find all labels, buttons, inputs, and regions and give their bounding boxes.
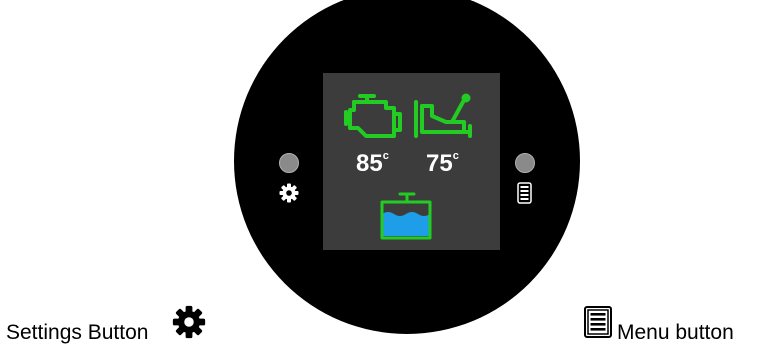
settings-button-caption: Settings Button [6, 321, 149, 344]
engine-icon [344, 94, 402, 138]
menu-hardware-button[interactable] [515, 153, 535, 173]
coolant-tank-icon [380, 192, 432, 240]
transmission-temp-value: 75 [426, 150, 453, 177]
settings-hardware-button[interactable] [279, 153, 299, 173]
gear-icon [279, 183, 299, 203]
engine-temp-value: 85 [356, 150, 383, 177]
menu-icon [584, 306, 612, 338]
engine-temp-unit: c [382, 150, 389, 162]
engine-temp-readout: 85c [356, 150, 389, 178]
transmission-temp-unit: c [452, 150, 459, 162]
transmission-icon [414, 93, 472, 138]
menu-button-caption: Menu button [617, 321, 734, 344]
transmission-temp-readout: 75c [426, 150, 459, 178]
menu-icon [517, 182, 532, 204]
gear-icon [172, 305, 206, 339]
